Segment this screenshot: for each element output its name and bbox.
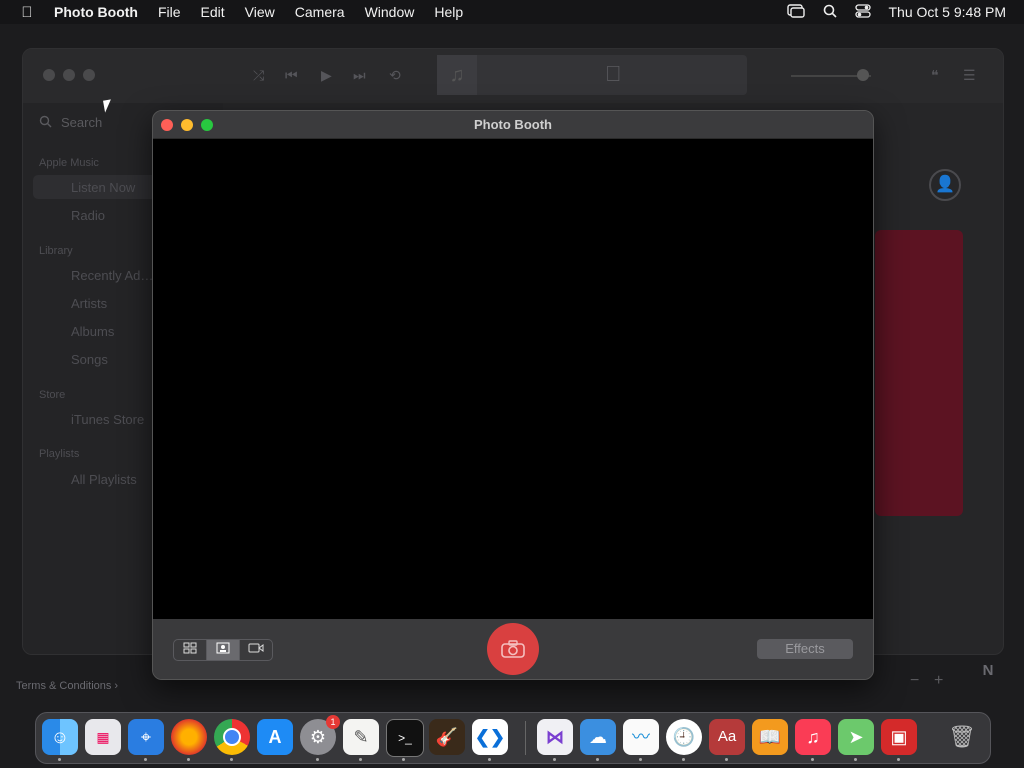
- play-icon[interactable]: ▶: [321, 67, 332, 84]
- featured-card[interactable]: [875, 230, 963, 516]
- menu-view[interactable]: View: [245, 4, 275, 20]
- dock-vscode-icon[interactable]: ❮❯: [472, 719, 508, 755]
- dock-dictionary-icon[interactable]: Aa: [709, 719, 745, 755]
- view-mode-selector: [173, 639, 273, 661]
- section-store: Store: [39, 389, 66, 401]
- dock-safari-icon[interactable]: ⌖: [128, 719, 164, 755]
- dock-freeform-icon[interactable]: 〰: [623, 719, 659, 755]
- sidebar-item-albums[interactable]: Albums: [71, 324, 114, 339]
- spotlight-search-icon[interactable]: [823, 4, 837, 21]
- repeat-icon[interactable]: ⟲: [389, 67, 401, 84]
- menu-app-name[interactable]: Photo Booth: [54, 4, 138, 20]
- photo-booth-window: Photo Booth Effects: [152, 110, 874, 680]
- menu-edit[interactable]: Edit: [201, 4, 225, 20]
- sidebar-item-listen-now[interactable]: Listen Now: [71, 180, 135, 195]
- single-photo-icon[interactable]: [207, 640, 240, 660]
- map-zoom-in-button[interactable]: +: [934, 672, 943, 690]
- dock-maps-icon[interactable]: ➤: [838, 719, 874, 755]
- settings-notification-badge: 1: [326, 715, 340, 729]
- effects-button[interactable]: Effects: [757, 639, 853, 659]
- map-compass[interactable]: N: [972, 662, 1004, 690]
- now-playing-display: ♫ : [437, 55, 747, 95]
- sidebar-item-all-playlists[interactable]: All Playlists: [71, 472, 137, 487]
- section-apple-music: Apple Music: [39, 157, 99, 169]
- dock-clock-icon[interactable]: 🕘: [666, 719, 702, 755]
- dock-chrome-icon[interactable]: [214, 719, 250, 755]
- menu-camera[interactable]: Camera: [295, 4, 345, 20]
- dock-firefox-icon[interactable]: [171, 719, 207, 755]
- music-toolbar: ⤮ ⏮ ▶ ⏭ ⟲ ♫  ❝ ☰: [23, 49, 1003, 103]
- grid-4-icon[interactable]: [174, 640, 207, 660]
- dock-music-icon[interactable]: ♫: [795, 719, 831, 755]
- previous-track-icon[interactable]: ⏮: [285, 67, 298, 84]
- menu-bar:  Photo Booth File Edit View Camera Wind…: [0, 0, 1024, 24]
- search-icon: [39, 115, 52, 131]
- music-note-icon: ♫: [437, 55, 477, 95]
- apple-logo-icon: : [605, 61, 622, 87]
- music-zoom-button[interactable]: [83, 69, 95, 81]
- account-avatar-icon[interactable]: 👤: [929, 169, 961, 201]
- dock-books-icon[interactable]: 📖: [752, 719, 788, 755]
- apple-menu-icon[interactable]: : [0, 4, 54, 21]
- dock-garageband-icon[interactable]: 🎸: [429, 719, 465, 755]
- dock-separator: [525, 721, 526, 755]
- sidebar-item-songs[interactable]: Songs: [71, 352, 108, 367]
- section-playlists: Playlists: [39, 448, 80, 460]
- control-center-icon[interactable]: [854, 3, 871, 21]
- music-minimize-button[interactable]: [63, 69, 75, 81]
- dock-app-store-icon[interactable]: A: [257, 719, 293, 755]
- screen-mirroring-icon[interactable]: [786, 3, 805, 21]
- sidebar-item-recently-added[interactable]: Recently Ad…: [71, 268, 153, 283]
- dock: ☺ ▦ ⌖ A ⚙ 1 ✎ >_ 🎸 ❮❯ ⋈ ☁ 〰 🕘 Aa 📖 ♫ ➤ ▣…: [35, 712, 991, 764]
- dock-photo-booth-icon[interactable]: ▣: [881, 719, 917, 755]
- dock-textedit-icon[interactable]: ✎: [343, 719, 379, 755]
- dock-visual-studio-icon[interactable]: ⋈: [537, 719, 573, 755]
- dock-terminal-icon[interactable]: >_: [386, 719, 424, 757]
- menubar-clock[interactable]: Thu Oct 5 9:48 PM: [889, 4, 1007, 20]
- queue-list-icon[interactable]: ☰: [963, 67, 976, 84]
- map-zoom-out-button[interactable]: −: [910, 672, 919, 690]
- menu-window[interactable]: Window: [365, 4, 415, 20]
- next-track-icon[interactable]: ⏭: [353, 67, 366, 84]
- window-title: Photo Booth: [474, 117, 552, 132]
- dock-weather-icon[interactable]: ☁: [580, 719, 616, 755]
- sidebar-item-radio[interactable]: Radio: [71, 208, 105, 223]
- shuffle-icon[interactable]: ⤮: [253, 67, 264, 84]
- volume-knob[interactable]: [857, 69, 869, 81]
- menu-help[interactable]: Help: [434, 4, 463, 20]
- search-placeholder: Search: [61, 115, 103, 130]
- photo-booth-controls: Effects: [153, 619, 873, 679]
- video-icon[interactable]: [240, 640, 272, 660]
- music-close-button[interactable]: [43, 69, 55, 81]
- dock-launchpad-icon[interactable]: ▦: [85, 719, 121, 755]
- lyrics-icon[interactable]: ❝: [931, 67, 939, 84]
- photo-booth-titlebar[interactable]: Photo Booth: [153, 111, 873, 139]
- sidebar-item-artists[interactable]: Artists: [71, 296, 107, 311]
- menu-file[interactable]: File: [158, 4, 181, 20]
- terms-link[interactable]: Terms & Conditions ›: [16, 680, 118, 692]
- sidebar-item-itunes-store[interactable]: iTunes Store: [71, 412, 144, 427]
- dock-trash-icon[interactable]: 🗑: [944, 719, 980, 755]
- section-library: Library: [39, 245, 73, 257]
- dock-finder-icon[interactable]: ☺: [42, 719, 78, 755]
- take-photo-button[interactable]: [487, 623, 539, 675]
- camera-preview: [153, 139, 873, 619]
